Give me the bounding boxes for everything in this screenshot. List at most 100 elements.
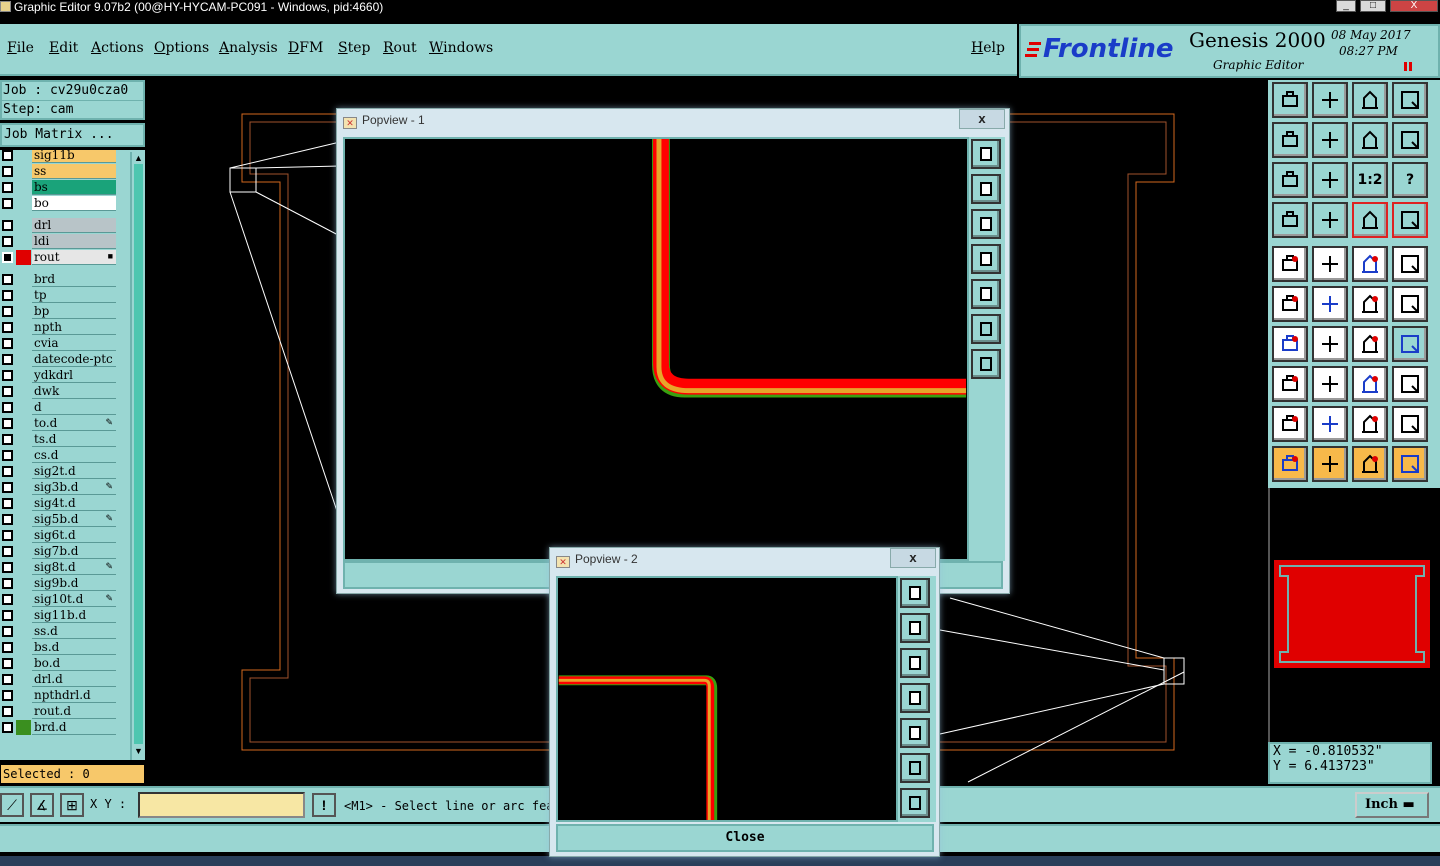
menu-step[interactable]: Step	[338, 40, 370, 56]
layer-color-swatch[interactable]	[16, 352, 31, 367]
layer-name[interactable]: tp	[32, 288, 116, 303]
layer-checkbox[interactable]	[2, 370, 13, 381]
layer-checkbox[interactable]	[2, 642, 13, 653]
layer-name[interactable]: sig11b	[32, 150, 116, 163]
layer-name[interactable]: cs.d	[32, 448, 116, 463]
layer-checkbox[interactable]	[2, 182, 13, 193]
measure-tool-icon[interactable]: ⟋	[0, 793, 24, 817]
layer-name[interactable]: sig4t.d	[32, 496, 116, 511]
layer-row[interactable]: sig8t.d ✎	[0, 560, 117, 575]
layer-color-swatch[interactable]	[16, 528, 31, 543]
layer-row[interactable]: sig6t.d	[0, 528, 117, 543]
node-icon[interactable]	[1272, 286, 1308, 322]
arrow-pad-icon[interactable]	[1392, 286, 1428, 322]
layer-name[interactable]: sig7b.d	[32, 544, 116, 559]
layer-name[interactable]: ldi	[32, 234, 116, 249]
layer-color-swatch[interactable]	[16, 672, 31, 687]
layer-row[interactable]: drl	[0, 218, 117, 233]
layer-checkbox[interactable]	[2, 610, 13, 621]
layer-row[interactable]: sig10t.d ✎	[0, 592, 117, 607]
layer-color-swatch[interactable]	[16, 592, 31, 607]
layer-row[interactable]: sig7b.d	[0, 544, 117, 559]
layer-checkbox[interactable]	[2, 402, 13, 413]
layer-checkbox[interactable]	[2, 150, 13, 161]
layer-checkbox[interactable]	[2, 434, 13, 445]
layer-color-swatch[interactable]	[16, 234, 31, 249]
popview-1-pan-down-icon[interactable]	[971, 209, 1001, 239]
layer-row[interactable]: dwk	[0, 384, 117, 399]
triangle-arrow-icon[interactable]	[1312, 406, 1348, 442]
popview-2-close-button[interactable]: Close	[556, 824, 934, 852]
layer-checkbox[interactable]	[2, 252, 13, 263]
layer-color-swatch[interactable]	[16, 688, 31, 703]
layer-checkbox[interactable]	[2, 338, 13, 349]
layer-color-swatch[interactable]	[16, 608, 31, 623]
net-icon[interactable]	[1392, 202, 1428, 238]
layer-name[interactable]: dwk	[32, 384, 116, 399]
layer-row[interactable]: cs.d	[0, 448, 117, 463]
slope-line-icon[interactable]	[1272, 326, 1308, 362]
connections-icon[interactable]	[1352, 202, 1388, 238]
angle-tool-icon[interactable]: ∡	[30, 793, 54, 817]
layer-checkbox[interactable]	[2, 514, 13, 525]
zoom-ratio-icon[interactable]: 1:2	[1352, 162, 1388, 198]
cluster-icon[interactable]	[1392, 366, 1428, 402]
layer-row[interactable]: ss	[0, 164, 117, 179]
layer-name[interactable]: npthdrl.d	[32, 688, 116, 703]
layer-row[interactable]: sig5b.d ✎	[0, 512, 117, 527]
layer-color-swatch[interactable]	[16, 624, 31, 639]
layer-row[interactable]: to.d ✎	[0, 416, 117, 431]
popview-2-pan-up-icon[interactable]	[900, 613, 930, 643]
layer-checkbox[interactable]	[2, 322, 13, 333]
layer-color-swatch[interactable]	[16, 576, 31, 591]
layer-name[interactable]: cvia	[32, 336, 116, 351]
layer-row[interactable]: bo	[0, 196, 117, 211]
layer-checkbox[interactable]	[2, 290, 13, 301]
pan-left-icon[interactable]	[1272, 122, 1308, 158]
layer-checkbox[interactable]	[2, 198, 13, 209]
grid-tool-icon[interactable]: ⊞	[60, 793, 84, 817]
popview-1-pan-left-icon[interactable]	[971, 244, 1001, 274]
popview-2-zoom-fit-icon[interactable]	[900, 578, 930, 608]
layer-row[interactable]: sig3b.d ✎	[0, 480, 117, 495]
layer-name[interactable]: sig5b.d	[32, 512, 116, 527]
popview-2-canvas[interactable]	[556, 576, 898, 822]
menu-options[interactable]: Options	[154, 40, 209, 56]
resize-icon[interactable]	[1352, 366, 1388, 402]
layer-checkbox[interactable]	[2, 220, 13, 231]
pan-right-icon[interactable]	[1312, 122, 1348, 158]
layer-checkbox[interactable]	[2, 236, 13, 247]
layer-row[interactable]: cvia	[0, 336, 117, 351]
route-icon[interactable]	[1392, 446, 1428, 482]
layer-color-swatch[interactable]	[16, 180, 31, 195]
layer-name[interactable]: ts.d	[32, 432, 116, 447]
select-highlight-icon[interactable]	[1352, 446, 1388, 482]
mirror-icon[interactable]	[1352, 122, 1388, 158]
layer-color-swatch[interactable]	[16, 150, 31, 163]
split-icon[interactable]	[1392, 326, 1428, 362]
menu-analysis[interactable]: Analysis	[219, 40, 278, 56]
layer-color-swatch[interactable]	[16, 272, 31, 287]
diagonal-icon[interactable]	[1312, 326, 1348, 362]
menu-actions[interactable]: Actions	[91, 40, 144, 56]
select-arrow-icon[interactable]	[1272, 446, 1308, 482]
layer-checkbox[interactable]	[2, 386, 13, 397]
layer-name[interactable]: ydkdrl	[32, 368, 116, 383]
layer-checkbox[interactable]	[2, 578, 13, 589]
layer-color-swatch[interactable]	[16, 496, 31, 511]
layer-name[interactable]: drl.d	[32, 672, 116, 687]
layer-row[interactable]: d	[0, 400, 117, 415]
popview-2-close-x-button[interactable]: x	[890, 548, 936, 568]
layer-row[interactable]: sig11b	[0, 150, 117, 163]
xy-input[interactable]	[138, 792, 305, 818]
scroll-down-icon[interactable]: ▼	[133, 746, 144, 756]
layer-row[interactable]: bs	[0, 180, 117, 195]
frame-icon[interactable]	[1392, 82, 1428, 118]
layer-name[interactable]: d	[32, 400, 116, 415]
layer-color-swatch[interactable]	[16, 720, 31, 735]
layer-checkbox[interactable]	[2, 706, 13, 717]
layer-color-swatch[interactable]	[16, 250, 31, 265]
layer-color-swatch[interactable]	[16, 480, 31, 495]
layer-color-swatch[interactable]	[16, 560, 31, 575]
layer-checkbox[interactable]	[2, 274, 13, 285]
